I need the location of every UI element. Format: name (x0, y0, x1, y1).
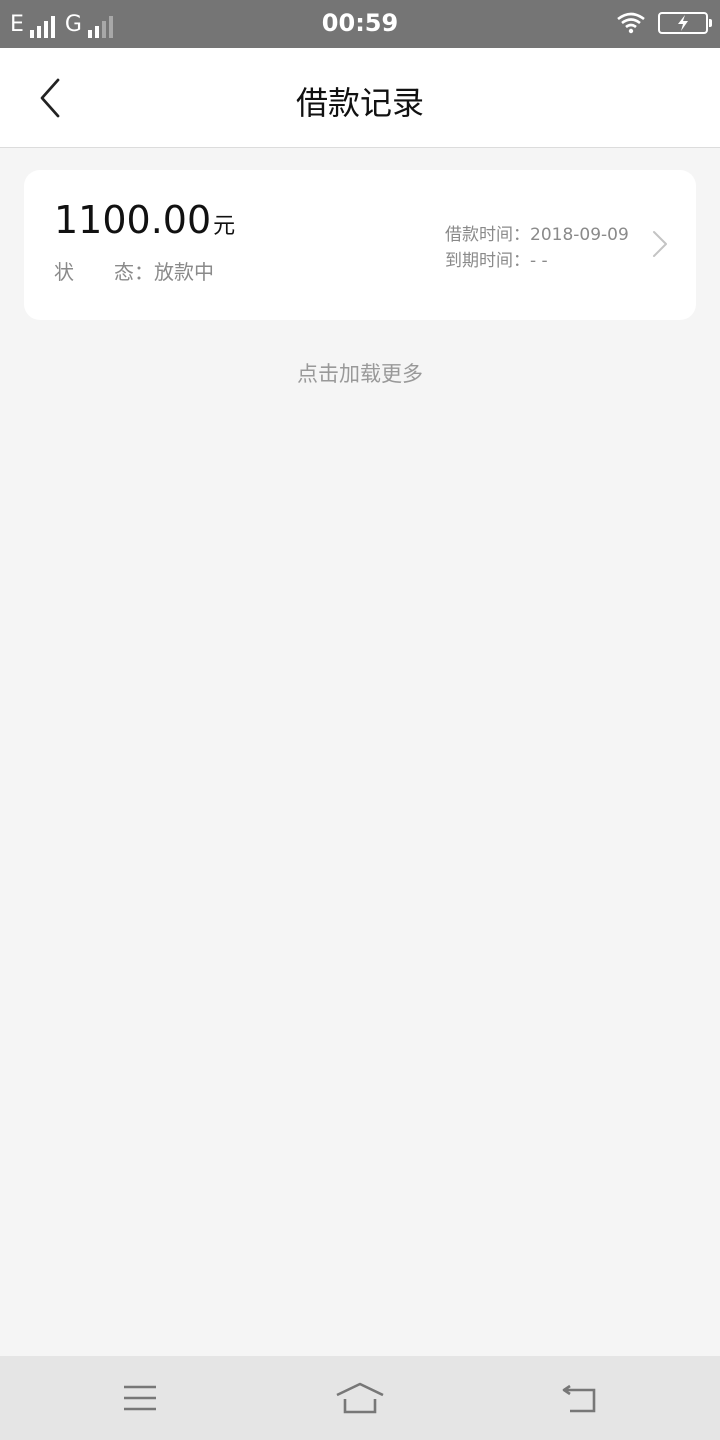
load-more-button[interactable]: 点击加载更多 (0, 358, 720, 388)
status-bar: E G 00:59 (0, 0, 720, 48)
due-time-value: - - (530, 251, 548, 271)
back-icon (562, 1384, 596, 1413)
loan-dates: 借款时间：2018-09-09 到期时间：- - (445, 222, 629, 274)
due-time-row: 到期时间：- - (445, 248, 629, 274)
status-value: 放款中 (154, 260, 214, 284)
home-button[interactable] (330, 1370, 390, 1426)
battery-charging-icon (658, 12, 712, 34)
amount-value: 1100.00 (54, 198, 212, 242)
menu-icon (124, 1385, 156, 1411)
menu-button[interactable] (110, 1370, 170, 1426)
status-icons (616, 12, 712, 34)
loan-amount: 1100.00元 (54, 198, 235, 242)
loan-record-card[interactable]: 1100.00元 状 态：放款中 借款时间：2018-09-09 到期时间：- … (24, 170, 696, 320)
due-time-label: 到期时间： (445, 251, 530, 271)
clock: 00:59 (321, 9, 399, 37)
app-header: 借款记录 (0, 48, 720, 148)
page-title: 借款记录 (295, 84, 424, 122)
status-separator: ： (134, 260, 154, 284)
wifi-icon (617, 12, 645, 34)
loan-time-label: 借款时间： (445, 225, 530, 245)
home-icon (336, 1382, 384, 1414)
loan-status: 状 态：放款中 (54, 256, 214, 285)
status-label: 状 态 (54, 260, 134, 284)
amount-unit: 元 (213, 214, 236, 239)
loan-time-value: 2018-09-09 (530, 225, 629, 245)
back-nav-button[interactable] (550, 1370, 610, 1426)
chevron-right-icon (653, 231, 667, 257)
loan-time-row: 借款时间：2018-09-09 (445, 222, 629, 248)
system-nav-bar (0, 1356, 720, 1440)
